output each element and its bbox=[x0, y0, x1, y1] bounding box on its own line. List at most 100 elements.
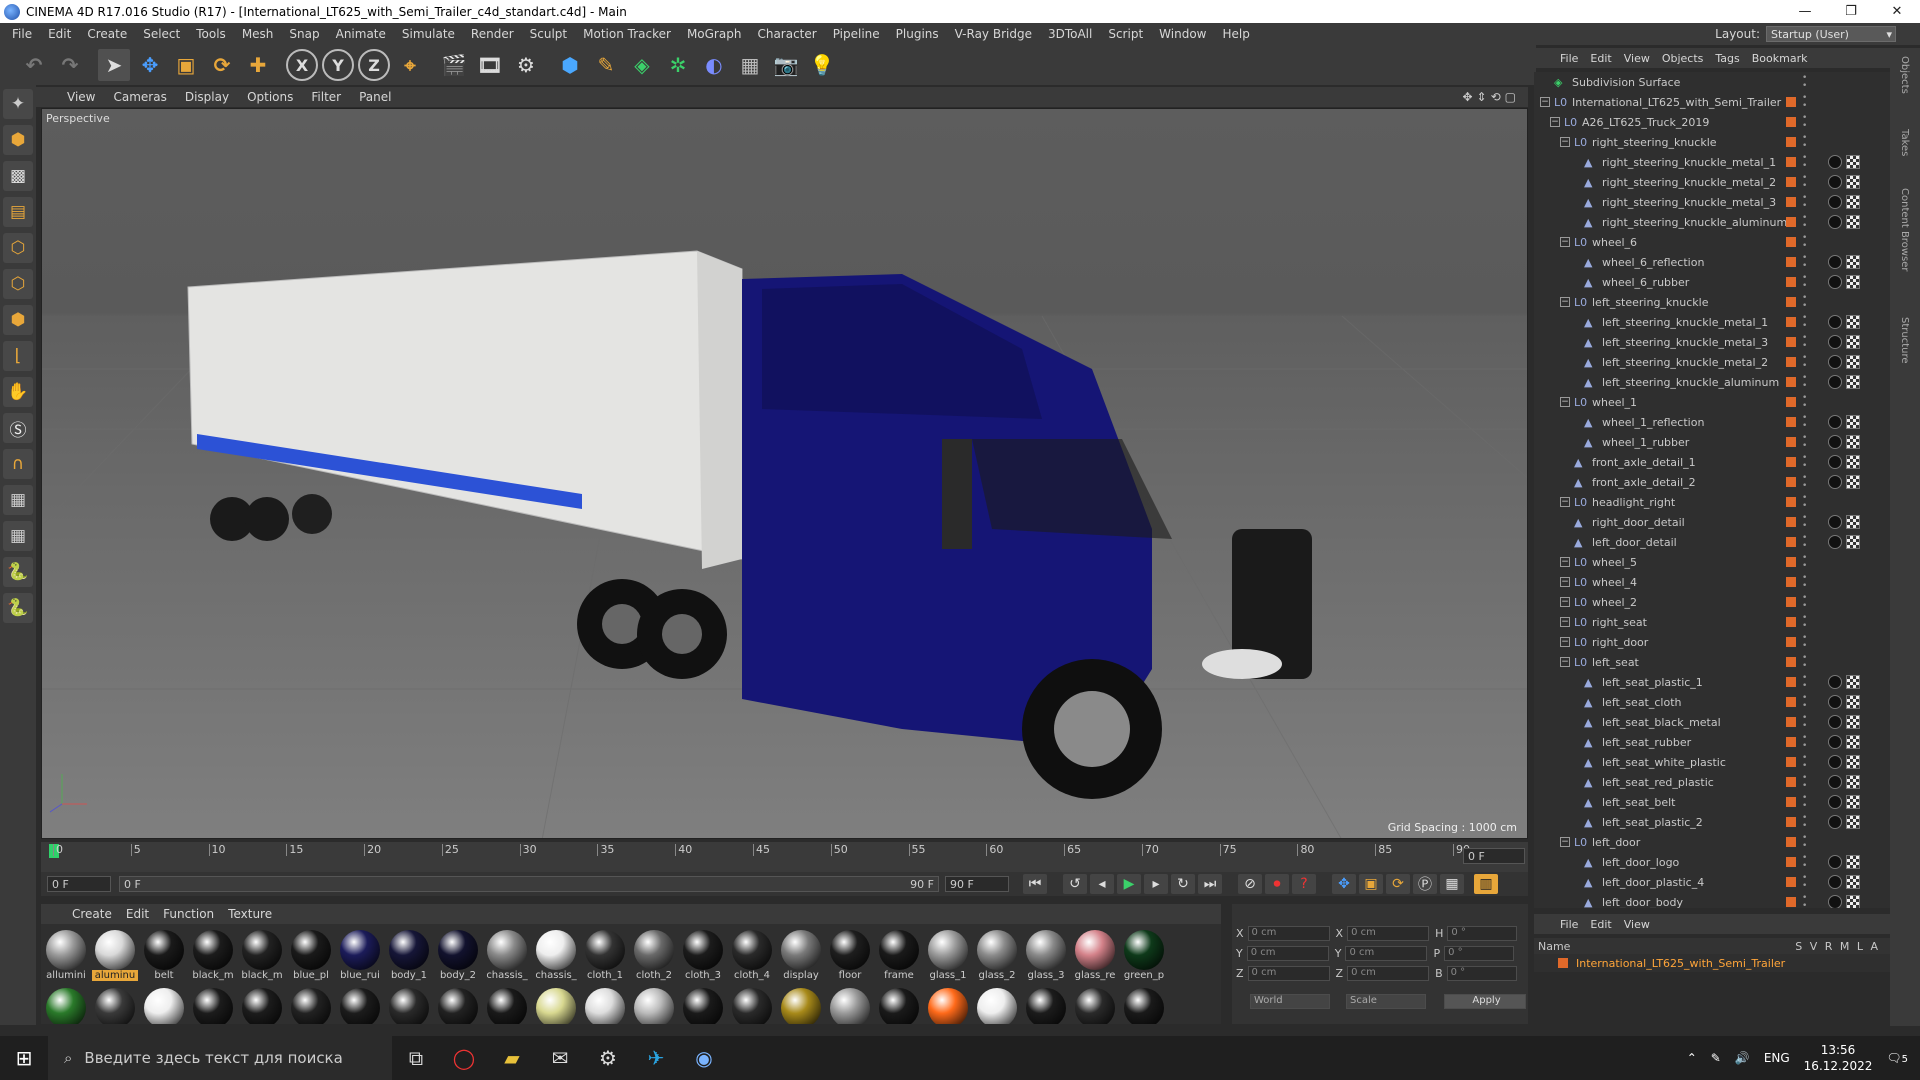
menu-motion-tracker[interactable]: Motion Tracker bbox=[575, 27, 679, 41]
material-tag-icon[interactable] bbox=[1828, 315, 1842, 329]
python-icon[interactable]: 🐍 bbox=[3, 557, 33, 587]
layer-color-icon[interactable] bbox=[1786, 177, 1796, 187]
layer-color-icon[interactable] bbox=[1786, 97, 1796, 107]
material-swatch[interactable] bbox=[435, 986, 481, 1024]
layer-color-icon[interactable] bbox=[1786, 857, 1796, 867]
object-menu-file[interactable]: File bbox=[1554, 52, 1584, 65]
object-tree-row[interactable]: ▲ front_axle_detail_1 • • bbox=[1534, 452, 1890, 472]
layer-menu-view[interactable]: View bbox=[1618, 918, 1656, 931]
material-tag-icon[interactable] bbox=[1828, 895, 1842, 908]
material-tag-icon[interactable] bbox=[1828, 855, 1842, 869]
position-z-field[interactable]: 0 cm bbox=[1247, 966, 1330, 981]
volume-icon[interactable]: 🔊 bbox=[1735, 1051, 1750, 1065]
layer-color-icon[interactable] bbox=[1786, 797, 1796, 807]
menu-help[interactable]: Help bbox=[1214, 27, 1257, 41]
object-tree-row[interactable]: ▲ wheel_6_rubber • • bbox=[1534, 272, 1890, 292]
expand-toggle-icon[interactable]: − bbox=[1550, 117, 1560, 127]
layer-color-icon[interactable] bbox=[1786, 737, 1796, 747]
language-indicator[interactable]: ENG bbox=[1764, 1051, 1790, 1065]
material-swatch[interactable] bbox=[141, 986, 187, 1024]
visibility-dots-icon[interactable]: • • bbox=[1802, 234, 1807, 251]
toggle-view-icon[interactable]: ▢ bbox=[1505, 90, 1516, 104]
expand-toggle-icon[interactable]: − bbox=[1560, 557, 1570, 567]
make-editable-icon[interactable]: ✦ bbox=[3, 89, 33, 119]
layer-color-icon[interactable] bbox=[1786, 417, 1796, 427]
size-x-field[interactable]: 0 cm bbox=[1347, 926, 1430, 941]
material-swatch[interactable] bbox=[1121, 986, 1167, 1024]
material-swatch[interactable]: cloth_1 bbox=[582, 928, 628, 984]
material-tag-icon[interactable] bbox=[1828, 775, 1842, 789]
visibility-dots-icon[interactable]: • • bbox=[1802, 194, 1807, 211]
material-swatch[interactable]: glass_3 bbox=[1023, 928, 1069, 984]
key-rotation-icon[interactable]: ⟳ bbox=[1386, 874, 1410, 894]
edges-mode-icon[interactable]: ⬡ bbox=[3, 269, 33, 299]
visibility-dots-icon[interactable]: • • bbox=[1802, 154, 1807, 171]
object-tree-row[interactable]: ▲ left_steering_knuckle_metal_1 • • bbox=[1534, 312, 1890, 332]
light-icon[interactable]: 💡 bbox=[806, 49, 838, 81]
visibility-dots-icon[interactable]: • • bbox=[1802, 314, 1807, 331]
visibility-dots-icon[interactable]: • • bbox=[1802, 774, 1807, 791]
material-swatch[interactable] bbox=[533, 986, 579, 1024]
object-tree-row[interactable]: ▲ left_seat_red_plastic • • bbox=[1534, 772, 1890, 792]
material-swatch[interactable] bbox=[729, 986, 775, 1024]
texture-tag-icon[interactable] bbox=[1846, 775, 1860, 789]
material-swatch[interactable]: cloth_3 bbox=[680, 928, 726, 984]
layer-color-icon[interactable] bbox=[1786, 437, 1796, 447]
object-tree-row[interactable]: ▲ left_steering_knuckle_aluminum • • bbox=[1534, 372, 1890, 392]
visibility-dots-icon[interactable]: • • bbox=[1802, 374, 1807, 391]
material-swatch[interactable]: green_p bbox=[1121, 928, 1167, 984]
expand-toggle-icon[interactable]: − bbox=[1560, 577, 1570, 587]
visibility-dots-icon[interactable]: • • bbox=[1802, 834, 1807, 851]
key-pla-icon[interactable]: ▦ bbox=[1440, 874, 1464, 894]
menu-render[interactable]: Render bbox=[463, 27, 522, 41]
material-swatch[interactable] bbox=[876, 986, 922, 1024]
material-swatch[interactable] bbox=[92, 986, 138, 1024]
material-swatch[interactable] bbox=[386, 986, 432, 1024]
expand-toggle-icon[interactable]: − bbox=[1560, 657, 1570, 667]
material-tag-icon[interactable] bbox=[1828, 715, 1842, 729]
menu-pipeline[interactable]: Pipeline bbox=[825, 27, 888, 41]
texture-tag-icon[interactable] bbox=[1846, 175, 1860, 189]
material-swatch[interactable] bbox=[239, 986, 285, 1024]
viewport-menu-options[interactable]: Options bbox=[238, 90, 302, 104]
material-swatch[interactable]: chassis_ bbox=[533, 928, 579, 984]
object-tree-row[interactable]: ▲ left_seat_plastic_2 • • bbox=[1534, 812, 1890, 832]
object-tree-row[interactable]: − L0 right_seat • • bbox=[1534, 612, 1890, 632]
object-tree-row[interactable]: ▲ wheel_1_rubber • • bbox=[1534, 432, 1890, 452]
layer-color-icon[interactable] bbox=[1786, 397, 1796, 407]
record-keys-icon[interactable]: ⊘ bbox=[1238, 874, 1262, 894]
next-keyframe-icon[interactable]: ↻ bbox=[1171, 874, 1195, 894]
minimize-button[interactable]: — bbox=[1782, 0, 1828, 23]
menu-snap[interactable]: Snap bbox=[281, 27, 327, 41]
object-menu-view[interactable]: View bbox=[1618, 52, 1656, 65]
task-view-icon[interactable]: ⧉ bbox=[392, 1036, 440, 1080]
object-tree-row[interactable]: ▲ left_door_body • • bbox=[1534, 892, 1890, 908]
expand-toggle-icon[interactable]: − bbox=[1560, 497, 1570, 507]
visibility-dots-icon[interactable]: • • bbox=[1802, 634, 1807, 651]
material-swatch[interactable]: cloth_4 bbox=[729, 928, 775, 984]
expand-toggle-icon[interactable]: − bbox=[1560, 597, 1570, 607]
object-tree-row[interactable]: ▲ right_steering_knuckle_aluminum • • bbox=[1534, 212, 1890, 232]
material-tag-icon[interactable] bbox=[1828, 335, 1842, 349]
visibility-dots-icon[interactable]: • • bbox=[1802, 94, 1807, 111]
texture-tag-icon[interactable] bbox=[1846, 215, 1860, 229]
texture-tag-icon[interactable] bbox=[1846, 195, 1860, 209]
texture-tag-icon[interactable] bbox=[1846, 535, 1860, 549]
material-swatch[interactable]: cloth_2 bbox=[631, 928, 677, 984]
menu-simulate[interactable]: Simulate bbox=[394, 27, 463, 41]
visibility-dots-icon[interactable]: • • bbox=[1802, 754, 1807, 771]
material-swatch[interactable] bbox=[680, 986, 726, 1024]
material-swatch[interactable] bbox=[190, 986, 236, 1024]
cloner-icon[interactable]: ✲ bbox=[662, 49, 694, 81]
visibility-dots-icon[interactable]: • • bbox=[1802, 494, 1807, 511]
chevron-up-icon[interactable]: ⌃ bbox=[1687, 1051, 1697, 1065]
expand-toggle-icon[interactable]: − bbox=[1540, 97, 1550, 107]
mail-app-icon[interactable]: ✉ bbox=[536, 1036, 584, 1080]
visibility-dots-icon[interactable]: • • bbox=[1802, 694, 1807, 711]
texture-tag-icon[interactable] bbox=[1846, 335, 1860, 349]
visibility-dots-icon[interactable]: • • bbox=[1802, 74, 1807, 91]
viewport-menu-display[interactable]: Display bbox=[176, 90, 238, 104]
side-tab-structure[interactable]: Structure bbox=[1899, 317, 1910, 364]
magnet-icon[interactable]: ∩ bbox=[3, 449, 33, 479]
material-tag-icon[interactable] bbox=[1828, 875, 1842, 889]
